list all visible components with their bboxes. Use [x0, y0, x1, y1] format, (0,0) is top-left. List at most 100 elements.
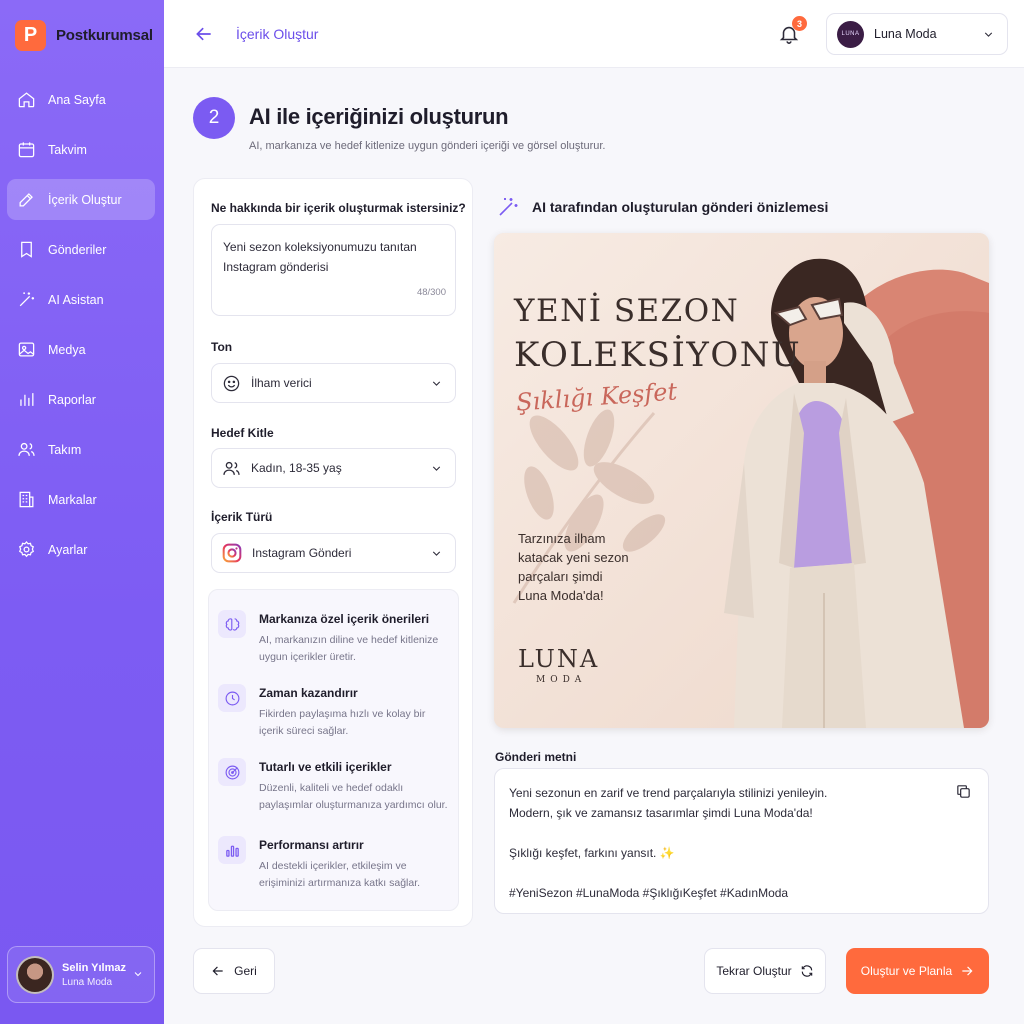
caption-line: Modern, şık ve zamansız tasarımlar şimdi… — [509, 806, 813, 820]
feature-list: Markanıza özel içerik önerileri AI, mark… — [208, 589, 459, 911]
content-type-label: İçerik Türü — [211, 510, 273, 524]
copy-icon[interactable] — [955, 783, 972, 800]
generated-post-image[interactable]: YENİ SEZON KOLEKSİYONU Şıklığı Keşfet Ta… — [494, 233, 989, 728]
post-headline-line: KOLEKSİYONU — [514, 335, 802, 375]
feature-title: Zaman kazandırır — [259, 686, 358, 700]
page-subtitle: AI, markanıza ve hedef kitlenize uygun g… — [249, 140, 606, 152]
audience-label: Hedef Kitle — [211, 426, 274, 440]
target-icon — [225, 765, 239, 779]
topic-label: Ne hakkında bir içerik oluşturmak isters… — [211, 201, 466, 215]
content-type-select[interactable]: Instagram Gönderi — [211, 533, 456, 573]
feature-title: Markanıza özel içerik önerileri — [259, 612, 430, 626]
sidebar-item-takim[interactable]: Takım — [7, 429, 155, 470]
page-breadcrumb-title: İçerik Oluştur — [236, 26, 319, 42]
step-indicator: 2 — [193, 97, 235, 139]
sidebar-item-label: AI Asistan — [48, 292, 104, 307]
chevron-down-icon — [134, 972, 142, 977]
back-button[interactable]: Geri — [193, 948, 275, 994]
chevron-down-icon — [432, 466, 441, 471]
brand[interactable]: P Postkurumsal — [15, 20, 153, 51]
chevron-down-icon — [432, 551, 441, 556]
sidebar-item-medya[interactable]: Medya — [7, 329, 155, 370]
tone-select[interactable]: İlham verici — [211, 363, 456, 403]
user-brand: Luna Moda — [62, 976, 113, 988]
tone-value: İlham verici — [251, 376, 312, 390]
caption-line: Şıklığı keşfet, farkını yansıt. ✨ — [509, 846, 675, 860]
arrow-left-icon — [212, 966, 223, 976]
caption-label: Gönderi metni — [495, 750, 577, 764]
audience-select[interactable]: Kadın, 18-35 yaş — [211, 448, 456, 488]
brand-selector-label: Luna Moda — [874, 27, 937, 41]
regenerate-button-label: Tekrar Oluştur — [716, 964, 792, 978]
sidebar-item-label: Markalar — [48, 492, 97, 507]
sidebar-item-label: Raporlar — [48, 392, 96, 407]
post-headline-line: YENİ SEZON — [514, 293, 740, 329]
home-icon — [18, 92, 35, 108]
bookmark-icon — [21, 241, 32, 258]
users-icon — [18, 442, 35, 456]
feature-title: Performansı artırır — [259, 838, 364, 852]
sidebar-item-raporlar[interactable]: Raporlar — [7, 379, 155, 420]
brand-selector[interactable]: LUNA Luna Moda — [826, 13, 1008, 55]
feature-desc: Düzenli, kaliteli ve hedef odaklı paylaş… — [259, 782, 448, 811]
char-count: 48/300 — [416, 287, 446, 298]
user-name: Selin Yılmaz — [62, 961, 126, 974]
feature-desc: Fikirden paylaşıma hızlı ve kolay bir iç… — [259, 708, 426, 737]
refresh-icon — [801, 965, 812, 977]
sidebar-item-label: Gönderiler — [48, 242, 107, 257]
caption-line — [509, 823, 974, 843]
post-body-line: Luna Moda'da! — [518, 588, 604, 603]
building-icon — [19, 491, 34, 508]
sidebar-item-label: Ana Sayfa — [48, 92, 106, 107]
sidebar-nav: Ana Sayfa Takvim İçerik Oluştur Gönderil… — [7, 79, 155, 579]
sidebar-item-takvim[interactable]: Takvim — [7, 129, 155, 170]
post-body-line: parçaları şimdi — [518, 569, 603, 584]
brain-icon — [225, 617, 239, 631]
sidebar-item-gonderiler[interactable]: Gönderiler — [7, 229, 155, 270]
user-card[interactable]: Selin Yılmaz Luna Moda — [7, 946, 155, 1003]
back-arrow-icon[interactable] — [194, 24, 214, 44]
sidebar: P Postkurumsal Ana Sayfa Takvim İçerik O… — [0, 0, 164, 1024]
sidebar-item-label: Ayarlar — [48, 542, 88, 557]
chevron-down-icon — [432, 381, 441, 386]
bar-chart-icon — [20, 393, 34, 406]
gear-icon — [18, 541, 35, 558]
image-icon — [18, 342, 35, 357]
sidebar-item-markalar[interactable]: Markalar — [7, 479, 155, 520]
page-title: AI ile içeriğinizi oluşturun — [249, 104, 509, 129]
topic-text-line: Instagram gönderisi — [223, 260, 329, 274]
back-button-label: Geri — [234, 964, 257, 978]
regenerate-button[interactable]: Tekrar Oluştur — [704, 948, 826, 994]
preview-heading: AI tarafından oluşturulan gönderi önizle… — [532, 199, 829, 215]
sidebar-item-ayarlar[interactable]: Ayarlar — [7, 529, 155, 570]
avatar — [16, 955, 54, 994]
feature-title: Tutarlı ve etkili içerikler — [259, 760, 392, 774]
top-bar: İçerik Oluştur 3 LUNA Luna Moda — [164, 0, 1024, 68]
sidebar-item-icerik-olustur[interactable]: İçerik Oluştur — [7, 179, 155, 220]
magic-wand-icon — [499, 198, 518, 216]
post-body-text: Tarzınıza ilham katacak yeni sezon parça… — [518, 529, 648, 605]
sidebar-item-ana-sayfa[interactable]: Ana Sayfa — [7, 79, 155, 120]
topic-textarea[interactable]: Yeni sezon koleksiyonumuzu tanıtan Insta… — [211, 224, 456, 316]
feature-desc: AI, markanızın diline ve hedef kitlenize… — [259, 634, 439, 663]
caption-line: #YeniSezon #LunaModa #ŞıklığıKeşfet #Kad… — [509, 886, 789, 900]
magic-wand-icon — [19, 292, 35, 307]
bar-chart-icon — [225, 845, 239, 857]
chevron-down-icon — [984, 32, 993, 37]
calendar-icon — [18, 142, 35, 158]
notification-badge: 3 — [792, 16, 807, 31]
create-and-schedule-button[interactable]: Oluştur ve Planla — [846, 948, 989, 994]
post-body-line: Tarzınıza ilham — [518, 531, 606, 546]
pencil-icon — [19, 193, 33, 207]
create-and-schedule-label: Oluştur ve Planla — [860, 964, 953, 978]
clock-icon — [225, 691, 239, 705]
brand-logo: P — [15, 20, 46, 51]
caption-textarea[interactable]: Yeni sezonun en zarif ve trend parçaları… — [494, 768, 989, 914]
users-icon — [223, 461, 240, 475]
caption-line: Yeni sezonun en zarif ve trend parçaları… — [509, 786, 828, 800]
brand-avatar: LUNA — [837, 20, 864, 48]
feature-desc: AI destekli içerikler, etkileşim ve eriş… — [259, 860, 421, 889]
sidebar-item-ai-asistan[interactable]: AI Asistan — [7, 279, 155, 320]
instagram-icon — [222, 543, 242, 563]
tone-label: Ton — [211, 340, 233, 354]
